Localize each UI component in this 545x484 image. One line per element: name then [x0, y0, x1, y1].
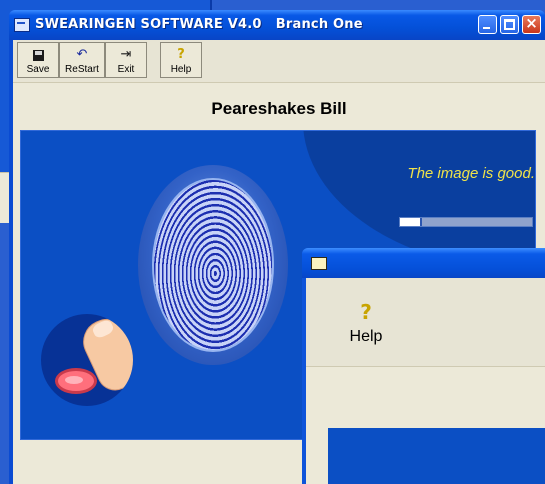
dialog-blue-panel [328, 428, 545, 484]
dialog-client-area: ? Help [306, 278, 545, 484]
maximize-button[interactable] [500, 15, 519, 34]
app-icon[interactable] [14, 18, 30, 32]
question-mark-icon: ? [177, 47, 185, 62]
close-button[interactable]: × [522, 14, 541, 34]
help-label: Help [170, 64, 192, 75]
restart-label: ReStart [65, 64, 99, 75]
dialog-titlebar[interactable] [302, 248, 545, 278]
undo-arrow-icon: ↶ [76, 47, 88, 62]
scan-status-text: The image is good. [407, 165, 535, 182]
toolbar: Save ↶ ReStart ⇥ Exit ? Help [13, 40, 545, 83]
minimize-button[interactable] [478, 15, 497, 34]
exit-door-icon: ⇥ [120, 47, 132, 62]
scanner-pad-shape [55, 368, 97, 394]
dialog-toolbar: ? Help [306, 278, 545, 367]
fingerprint-image [154, 180, 272, 350]
dialog-help-button[interactable]: ? Help [344, 300, 388, 346]
window-title: SWEARINGEN SOFTWARE V4.0 Branch One [35, 17, 363, 32]
save-button[interactable]: Save [17, 42, 59, 78]
scan-quality-progress [399, 217, 533, 227]
maximize-icon [504, 19, 515, 30]
titlebar[interactable]: SWEARINGEN SOFTWARE V4.0 Branch One × [9, 10, 545, 40]
exit-button[interactable]: ⇥ Exit [105, 42, 147, 78]
progress-track [419, 218, 532, 226]
help-button[interactable]: ? Help [160, 42, 202, 78]
question-mark-icon: ? [360, 300, 372, 324]
thumb-placement-icon [41, 314, 133, 406]
folder-icon[interactable] [311, 257, 327, 270]
floppy-disk-icon [18, 46, 58, 64]
exit-label: Exit [117, 64, 135, 75]
dialog-help-label: Help [349, 328, 383, 345]
close-icon: × [525, 14, 538, 32]
person-name: Peareshakes Bill [211, 99, 347, 118]
minimize-icon [483, 27, 490, 29]
progress-fill [400, 218, 422, 226]
help-dialog-window: ? Help [302, 248, 545, 484]
save-label: Save [26, 64, 50, 75]
restart-button[interactable]: ↶ ReStart [59, 42, 105, 78]
